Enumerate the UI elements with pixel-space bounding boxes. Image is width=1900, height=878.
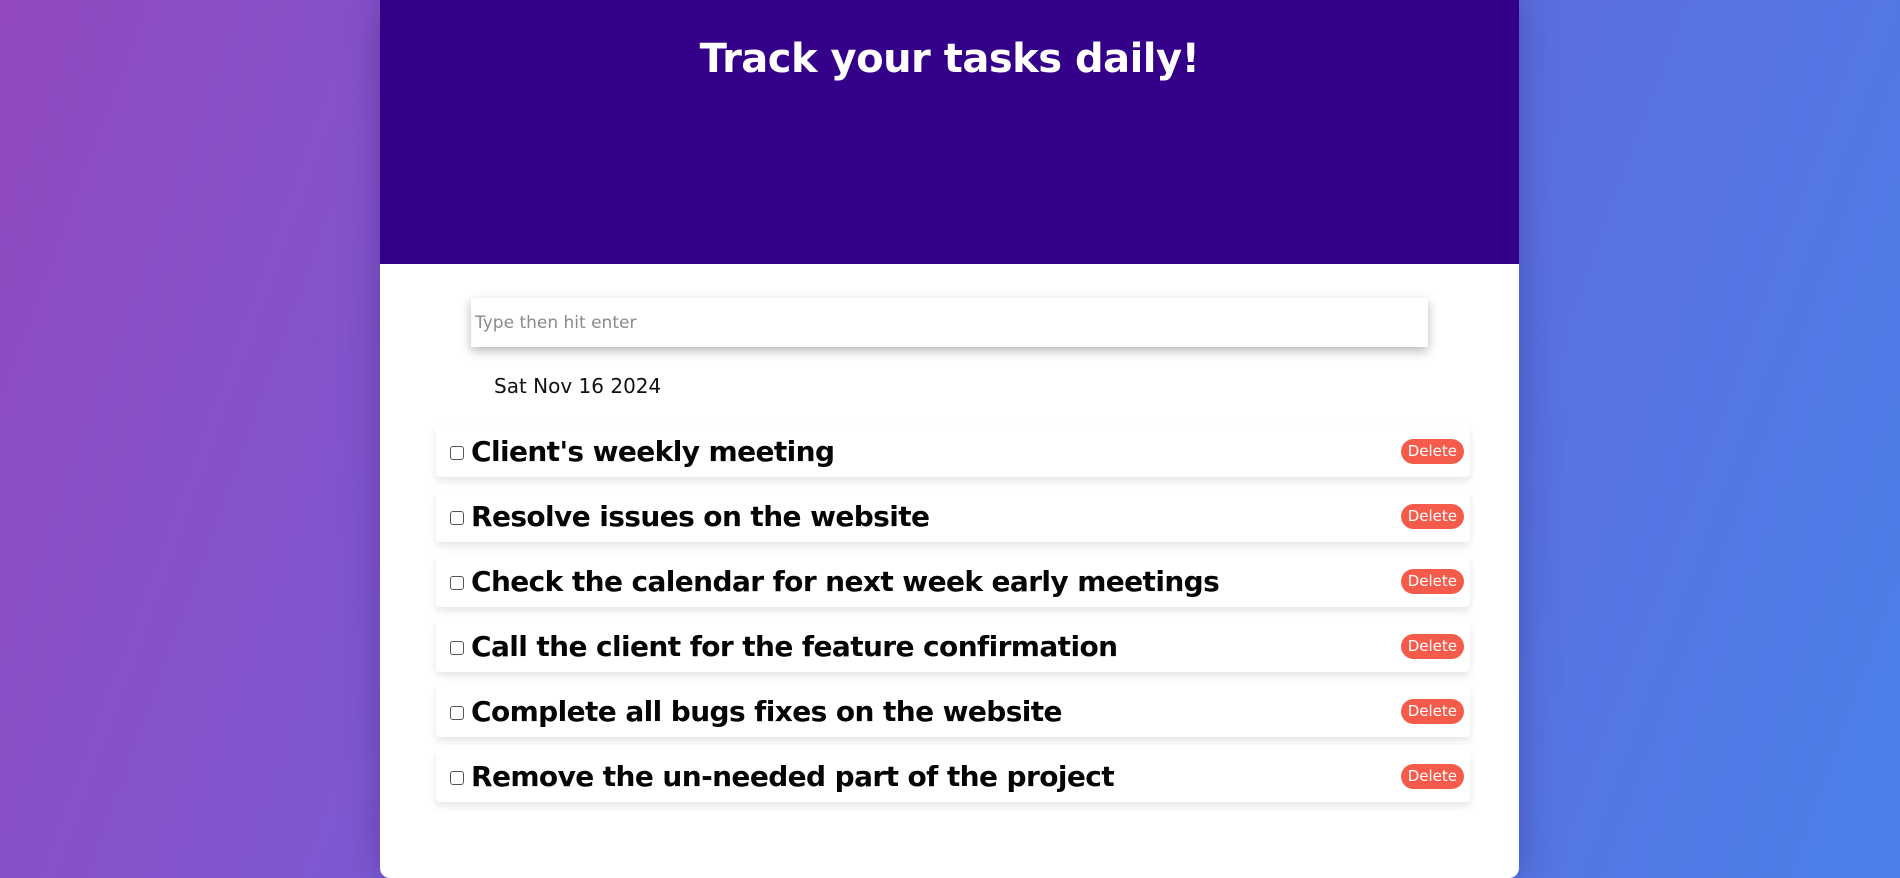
delete-button[interactable]: Delete — [1400, 699, 1464, 724]
task-item: Remove the un-needed part of the project… — [436, 750, 1470, 802]
task-checkbox[interactable] — [450, 640, 464, 655]
task-list: Client's weekly meeting Delete Resolve i… — [436, 425, 1470, 815]
delete-button[interactable]: Delete — [1400, 569, 1464, 594]
todo-app-card: Track your tasks daily! Sat Nov 16 2024 … — [380, 0, 1519, 878]
task-item: Complete all bugs fixes on the website D… — [436, 685, 1470, 737]
delete-button[interactable]: Delete — [1400, 634, 1464, 659]
task-checkbox[interactable] — [450, 770, 464, 785]
task-item: Client's weekly meeting Delete — [436, 425, 1470, 477]
task-checkbox[interactable] — [450, 575, 464, 590]
task-item: Check the calendar for next week early m… — [436, 555, 1470, 607]
app-header: Track your tasks daily! — [380, 0, 1519, 264]
task-label: Remove the un-needed part of the project — [471, 759, 1115, 793]
task-label: Check the calendar for next week early m… — [471, 564, 1220, 598]
task-label: Client's weekly meeting — [471, 434, 835, 468]
task-item: Call the client for the feature confirma… — [436, 620, 1470, 672]
task-input[interactable] — [471, 298, 1428, 347]
delete-button[interactable]: Delete — [1400, 504, 1464, 529]
current-date: Sat Nov 16 2024 — [494, 374, 662, 398]
delete-button[interactable]: Delete — [1400, 764, 1464, 789]
task-checkbox[interactable] — [450, 510, 464, 525]
delete-button[interactable]: Delete — [1400, 439, 1464, 464]
task-checkbox[interactable] — [450, 445, 464, 460]
task-item: Resolve issues on the website Delete — [436, 490, 1470, 542]
task-label: Resolve issues on the website — [471, 499, 930, 533]
page-title: Track your tasks daily! — [699, 36, 1200, 82]
task-label: Call the client for the feature confirma… — [471, 629, 1118, 663]
task-checkbox[interactable] — [450, 705, 464, 720]
task-label: Complete all bugs fixes on the website — [471, 694, 1063, 728]
